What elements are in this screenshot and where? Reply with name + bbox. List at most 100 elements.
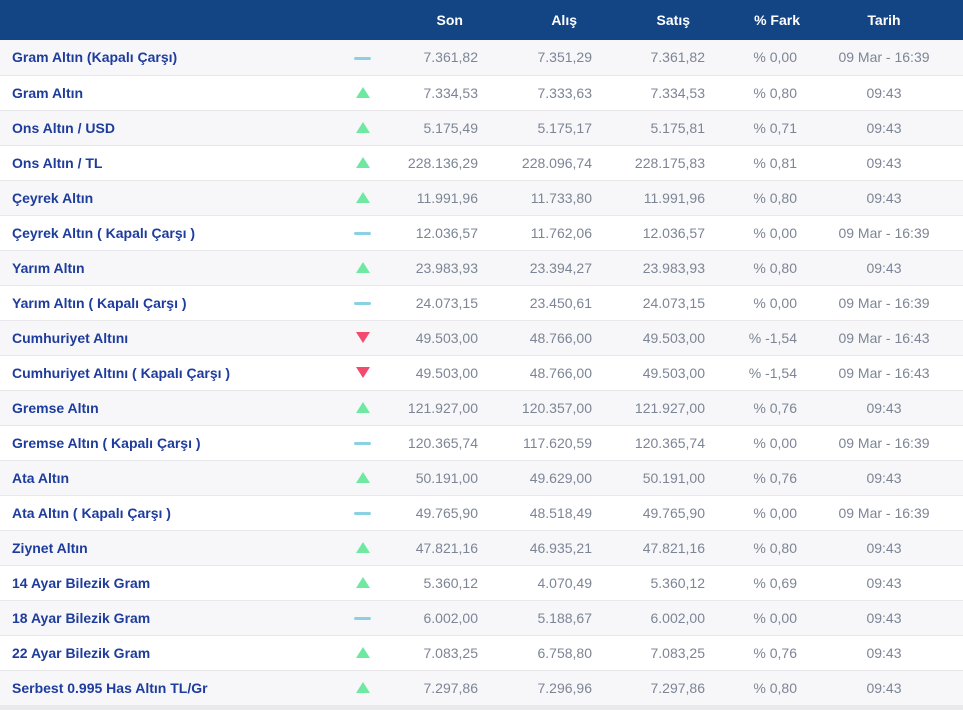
up-triangle-icon: [355, 156, 370, 168]
tarih-value: 09:43: [866, 189, 902, 206]
down-triangle-icon: [355, 366, 370, 378]
trend-cell: [330, 75, 395, 110]
instrument-name-link[interactable]: Ons Altın / TL: [0, 145, 330, 180]
table-row[interactable]: Serbest 0.995 Has Altın TL/Gr 7.297,86 7.2…: [0, 670, 963, 705]
tarih-value: 09 Mar - 16:39: [838, 224, 930, 241]
alis-value: 11.762,06: [530, 224, 592, 241]
table-row[interactable]: Yarım Altın ( Kapalı Çarşı ) 24.073,15 23.…: [0, 285, 963, 320]
instrument-name-link[interactable]: Gremse Altın ( Kapalı Çarşı ): [0, 425, 330, 460]
table-row[interactable]: Ons Altın / USD 5.175,49 5.175,17 5.175,81%…: [0, 110, 963, 145]
son-value: 49.503,00: [415, 364, 478, 381]
alis-value: 228.096,74: [521, 154, 592, 171]
trend-cell: [330, 530, 395, 565]
trend-cell: [330, 180, 395, 215]
satis-value: 23.983,93: [642, 259, 705, 276]
alis-value: 48.766,00: [529, 364, 592, 381]
tarih-value: 09 Mar - 16:43: [838, 329, 930, 346]
trend-cell: [330, 355, 395, 390]
fark-value: % 0,80: [753, 679, 797, 696]
table-row[interactable]: Cumhuriyet Altını 49.503,00 48.766,00 49.50…: [0, 320, 963, 355]
gold-prices-table: Son Alış Satış % Fark Tarih Gram Altın (…: [0, 0, 963, 706]
trend-cell: [330, 635, 395, 670]
son-value: 121.927,00: [407, 399, 478, 416]
tarih-value: 09 Mar - 16:39: [838, 49, 930, 66]
alis-value: 5.188,67: [537, 609, 593, 626]
alis-value: 6.758,80: [537, 644, 593, 661]
tarih-value: 09 Mar - 16:43: [838, 364, 930, 381]
fark-value: % 0,81: [753, 154, 797, 171]
table-row[interactable]: Ata Altın 50.191,00 49.629,00 50.191,00 % 0,…: [0, 460, 963, 495]
trend-cell: [330, 425, 395, 460]
satis-value: 12.036,57: [642, 224, 705, 241]
tarih-value: 09:43: [866, 574, 902, 591]
alis-value: 117.620,59: [522, 434, 592, 451]
alis-value: 23.450,61: [529, 294, 592, 311]
trend-cell: [330, 145, 395, 180]
fark-value: % 0,76: [753, 469, 797, 486]
table-row[interactable]: Yarım Altın 23.983,93 23.394,27 23.983,93 % …: [0, 250, 963, 285]
table-row[interactable]: 18 Ayar Bilezik Gram 6.002,00 5.188,67 6.00…: [0, 600, 963, 635]
table-row[interactable]: 14 Ayar Bilezik Gram 5.360,12 4.070,49 5.36…: [0, 565, 963, 600]
table-row[interactable]: Ziynet Altın 47.821,16 46.935,21 47.821,16%…: [0, 530, 963, 565]
table-row[interactable]: Gram Altın 7.334,53 7.333,63 7.334,53 % 0,80…: [0, 75, 963, 110]
table-row[interactable]: Gram Altın (Kapalı Çarşı) 7.361,82 7.351,2…: [0, 40, 963, 75]
up-triangle-icon: [355, 576, 370, 588]
fark-value: % 0,80: [753, 539, 797, 556]
trend-cell: [330, 40, 395, 75]
satis-value: 50.191,00: [642, 469, 705, 486]
table-row[interactable]: Cumhuriyet Altını ( Kapalı Çarşı ) 49.503…: [0, 355, 963, 390]
instrument-name-link[interactable]: Ziynet Altın: [0, 530, 330, 565]
satis-value: 5.175,81: [650, 119, 706, 136]
fark-value: % 0,00: [753, 294, 797, 311]
fark-value: % 0,80: [753, 84, 797, 101]
instrument-name-link[interactable]: Gremse Altın: [0, 390, 330, 425]
table-row[interactable]: Çeyrek Altın ( Kapalı Çarşı ) 12.036,57 11…: [0, 215, 963, 250]
fark-value: % 0,00: [753, 434, 797, 451]
table-row[interactable]: Ata Altın ( Kapalı Çarşı ) 49.765,90 48.51…: [0, 495, 963, 530]
instrument-name-link[interactable]: Ata Altın: [0, 460, 330, 495]
table-row[interactable]: Çeyrek Altın 11.991,96 11.733,80 11.991,96%…: [0, 180, 963, 215]
satis-value: 24.073,15: [642, 294, 705, 311]
fark-value: % 0,69: [753, 574, 797, 591]
trend-cell: [330, 110, 395, 145]
tarih-value: 09 Mar - 16:39: [838, 504, 930, 521]
instrument-name-link[interactable]: Yarım Altın ( Kapalı Çarşı ): [0, 285, 330, 320]
instrument-name-link[interactable]: Ons Altın / USD: [0, 110, 330, 145]
alis-value: 46.935,21: [529, 539, 592, 556]
instrument-name-link[interactable]: 14 Ayar Bilezik Gram: [0, 565, 330, 600]
instrument-name-link[interactable]: 22 Ayar Bilezik Gram: [0, 635, 330, 670]
table-row[interactable]: Ons Altın / TL 228.136,29 228.096,74 228.17…: [0, 145, 963, 180]
fark-value: % 0,00: [753, 49, 797, 66]
instrument-name-link[interactable]: Serbest 0.995 Has Altın TL/Gr: [0, 670, 330, 705]
son-value: 47.821,16: [415, 539, 478, 556]
son-value: 7.334,53: [423, 84, 479, 101]
satis-value: 7.083,25: [650, 644, 706, 661]
instrument-name-link[interactable]: Gram Altın: [0, 75, 330, 110]
satis-value: 49.765,90: [642, 504, 705, 521]
satis-value: 121.927,00: [634, 399, 705, 416]
instrument-name-link[interactable]: 18 Ayar Bilezik Gram: [0, 600, 330, 635]
instrument-name-link[interactable]: Ata Altın ( Kapalı Çarşı ): [0, 495, 330, 530]
header-fark: % Fark: [754, 12, 800, 28]
flat-dash-icon: [354, 617, 371, 621]
instrument-name-link[interactable]: Cumhuriyet Altını: [0, 320, 330, 355]
table-row[interactable]: Gremse Altın 121.927,00 120.357,00 121.927,…: [0, 390, 963, 425]
fark-value: % 0,71: [753, 119, 797, 136]
satis-value: 120.365,74: [634, 434, 705, 451]
trend-cell: [330, 460, 395, 495]
instrument-name-link[interactable]: Çeyrek Altın ( Kapalı Çarşı ): [0, 215, 330, 250]
instrument-name-link[interactable]: Yarım Altın: [0, 250, 330, 285]
header-name-spacer: [0, 0, 395, 40]
up-triangle-icon: [355, 86, 370, 98]
son-value: 5.360,12: [423, 574, 479, 591]
header-alis: Alış: [551, 12, 577, 28]
instrument-name-link[interactable]: Çeyrek Altın: [0, 180, 330, 215]
up-triangle-icon: [355, 191, 370, 203]
header-row: Son Alış Satış % Fark Tarih: [0, 0, 963, 40]
instrument-name-link[interactable]: Cumhuriyet Altını ( Kapalı Çarşı ): [0, 355, 330, 390]
fark-value: % -1,54: [748, 364, 797, 381]
trend-cell: [330, 670, 395, 705]
instrument-name-link[interactable]: Gram Altın (Kapalı Çarşı): [0, 40, 330, 75]
table-row[interactable]: Gremse Altın ( Kapalı Çarşı ) 120.365,74 1…: [0, 425, 963, 460]
table-row[interactable]: 22 Ayar Bilezik Gram 7.083,25 6.758,80 7.08…: [0, 635, 963, 670]
